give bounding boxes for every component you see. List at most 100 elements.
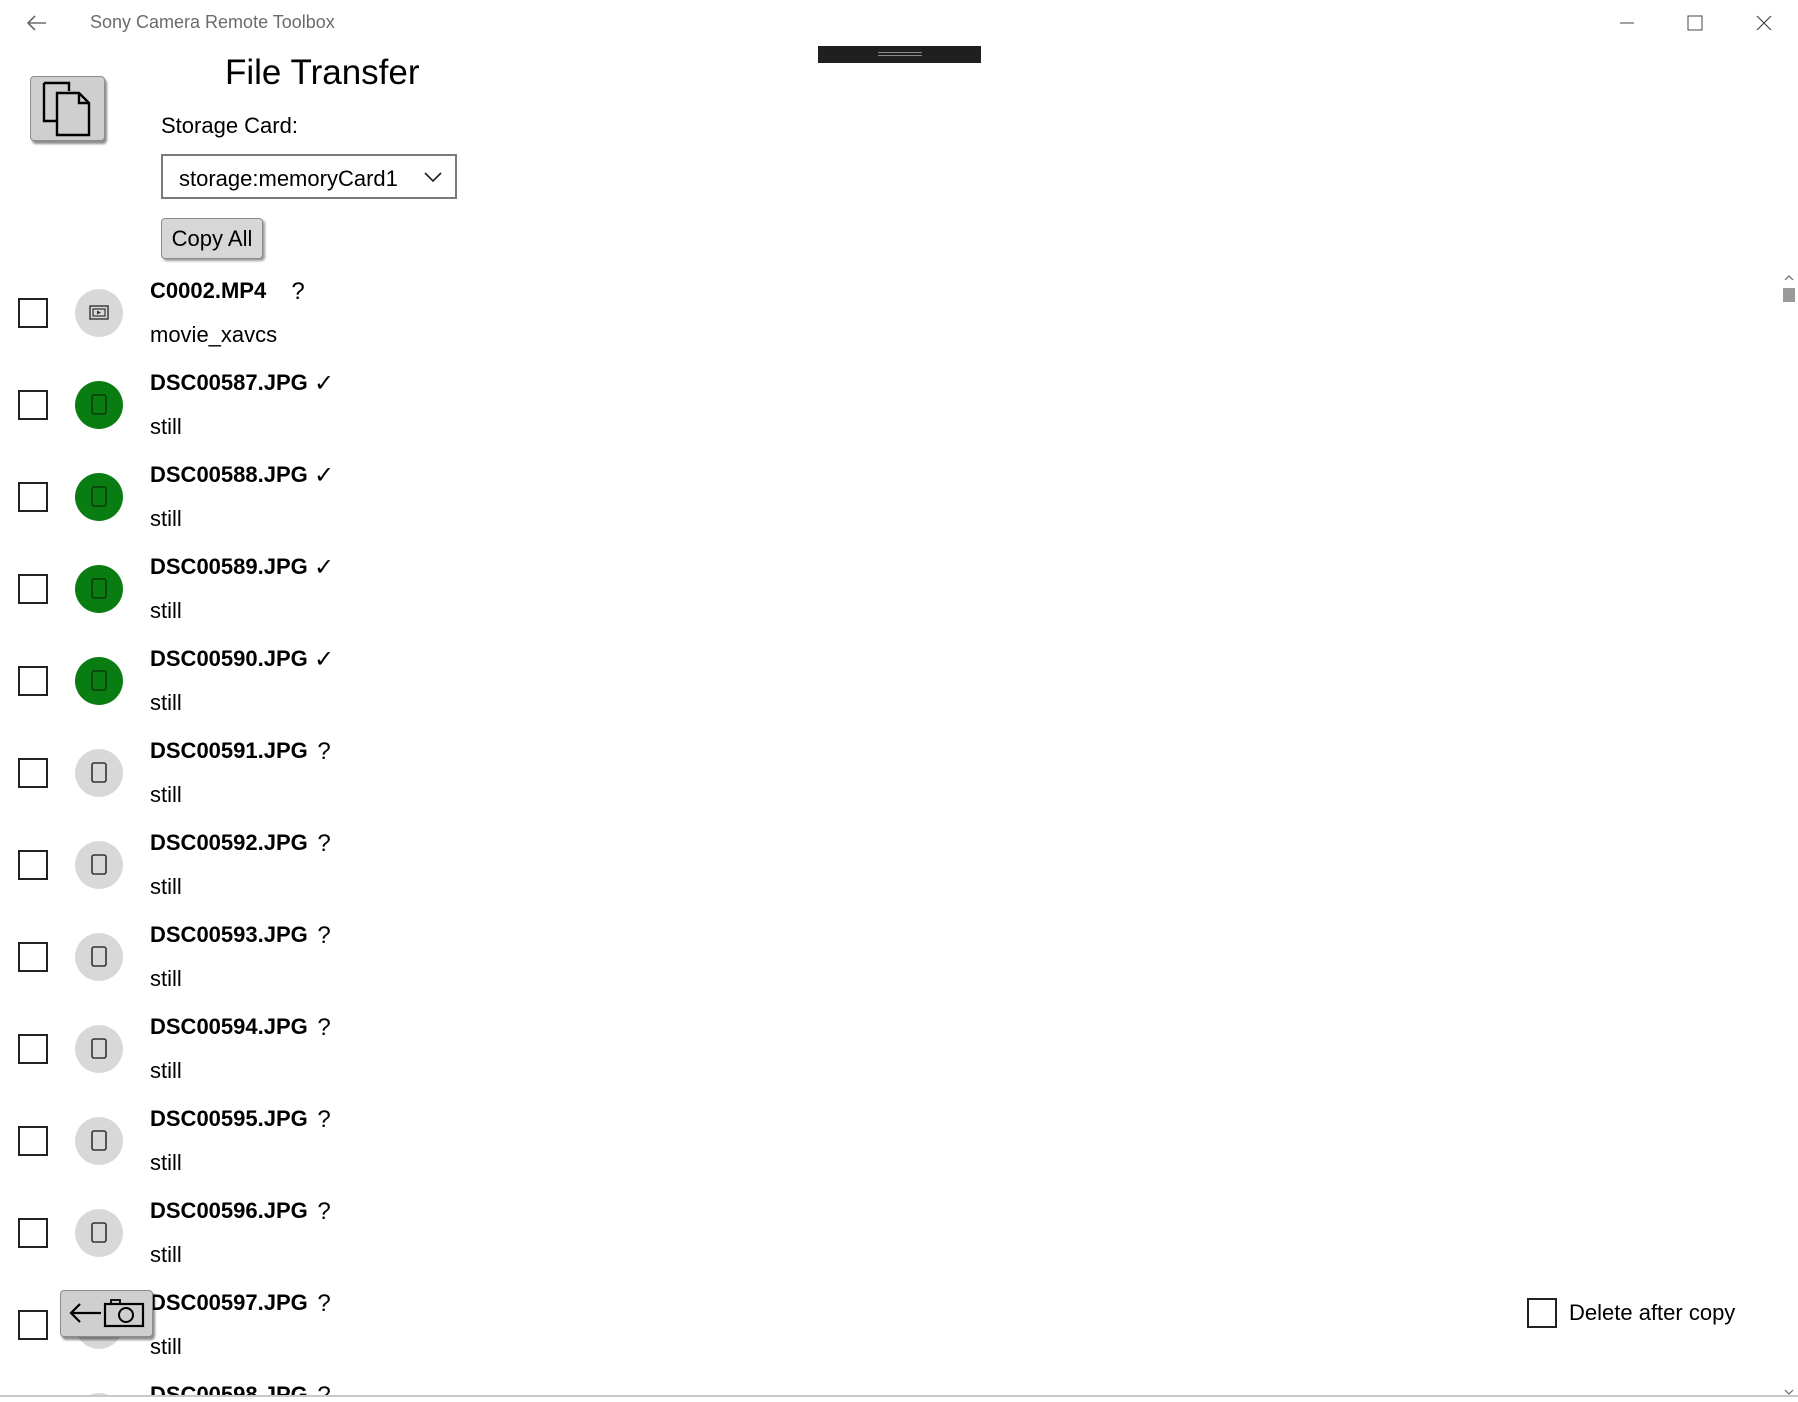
file-type: still xyxy=(150,1058,182,1083)
page-title: File Transfer xyxy=(225,53,420,92)
transfer-unknown-icon: ? xyxy=(291,278,305,305)
file-row[interactable]: DSC00592.JPG? still xyxy=(0,812,1780,904)
transfer-unknown-icon: ? xyxy=(317,1290,331,1317)
file-row[interactable]: DSC00591.JPG? still xyxy=(0,720,1780,812)
file-row[interactable]: DSC00593.JPG? still xyxy=(0,904,1780,996)
file-select-checkbox[interactable] xyxy=(18,1034,48,1064)
file-row[interactable]: DSC00594.JPG? still xyxy=(0,996,1780,1088)
still-image-icon xyxy=(75,565,123,613)
file-row[interactable]: DSC00597.JPG? still xyxy=(0,1272,1780,1364)
file-type: still xyxy=(150,782,182,807)
file-type: still xyxy=(150,1334,182,1359)
transfer-unknown-icon: ? xyxy=(317,922,331,949)
still-image-icon xyxy=(75,657,123,705)
file-type: still xyxy=(150,874,182,899)
file-row[interactable]: DSC00596.JPG? still xyxy=(0,1180,1780,1272)
still-image-icon xyxy=(75,841,123,889)
maximize-icon[interactable] xyxy=(1680,8,1710,38)
file-select-checkbox[interactable] xyxy=(18,758,48,788)
file-type: still xyxy=(150,690,182,715)
file-row[interactable]: C0002.MP4? movie_xavcs xyxy=(0,260,1780,352)
close-icon[interactable] xyxy=(1749,8,1779,38)
window-title: Sony Camera Remote Toolbox xyxy=(90,12,335,32)
transfer-done-icon: ✓ xyxy=(313,370,335,397)
transfer-done-icon: ✓ xyxy=(313,554,335,581)
transfer-unknown-icon: ? xyxy=(317,1106,331,1133)
file-name: DSC00593.JPG xyxy=(150,922,308,947)
back-to-camera-icon xyxy=(69,1299,145,1328)
transfer-unknown-icon: ? xyxy=(317,738,331,765)
chevron-down-icon xyxy=(423,169,443,185)
vertical-scrollbar[interactable] xyxy=(1780,270,1798,1398)
still-image-icon xyxy=(75,933,123,981)
delete-after-copy-checkbox[interactable] xyxy=(1527,1298,1557,1328)
file-select-checkbox[interactable] xyxy=(18,850,48,880)
copy-files-button[interactable] xyxy=(30,76,105,141)
file-name: DSC00594.JPG xyxy=(150,1014,308,1039)
storage-card-dropdown[interactable]: storage:memoryCard1 xyxy=(161,154,457,199)
file-select-checkbox[interactable] xyxy=(18,482,48,512)
still-image-icon xyxy=(75,1209,123,1257)
file-name: DSC00592.JPG xyxy=(150,830,308,855)
file-type: still xyxy=(150,414,182,439)
still-image-icon xyxy=(75,749,123,797)
still-image-icon xyxy=(75,1025,123,1073)
file-name: DSC00596.JPG xyxy=(150,1198,308,1223)
delete-after-copy-toggle[interactable]: Delete after copy xyxy=(1527,1298,1787,1330)
file-row[interactable]: DSC00598.JPG? xyxy=(0,1364,1780,1396)
file-row[interactable]: DSC00589.JPG ✓ still xyxy=(0,536,1780,628)
still-image-icon xyxy=(75,473,123,521)
file-row[interactable]: DSC00595.JPG? still xyxy=(0,1088,1780,1180)
file-select-checkbox[interactable] xyxy=(18,1126,48,1156)
file-select-checkbox[interactable] xyxy=(18,574,48,604)
file-select-checkbox[interactable] xyxy=(18,1218,48,1248)
file-type: still xyxy=(150,598,182,623)
file-name: DSC00587.JPG xyxy=(150,370,308,395)
file-name: C0002.MP4 xyxy=(150,278,267,303)
title-bar: Sony Camera Remote Toolbox xyxy=(0,0,1798,46)
drag-handle[interactable] xyxy=(818,46,981,63)
file-type: movie_xavcs xyxy=(150,322,278,347)
file-row[interactable]: DSC00590.JPG ✓ still xyxy=(0,628,1780,720)
still-image-icon xyxy=(75,381,123,429)
scrollbar-thumb[interactable] xyxy=(1783,288,1795,302)
file-select-checkbox[interactable] xyxy=(18,390,48,420)
transfer-unknown-icon: ? xyxy=(317,1014,331,1041)
file-name: DSC00588.JPG xyxy=(150,462,308,487)
file-name: DSC00589.JPG xyxy=(150,554,308,579)
file-name: DSC00591.JPG xyxy=(150,738,308,763)
storage-card-label: Storage Card: xyxy=(161,113,298,138)
file-name: DSC00598.JPG xyxy=(150,1382,308,1396)
file-type: still xyxy=(150,1150,182,1175)
file-row[interactable]: DSC00587.JPG ✓ still xyxy=(0,352,1780,444)
file-list[interactable]: C0002.MP4? movie_xavcs DSC00587.JPG ✓ still D… xyxy=(0,260,1780,1396)
bottom-divider xyxy=(0,1395,1798,1397)
copy-all-button[interactable]: Copy All xyxy=(161,218,263,259)
file-name: DSC00595.JPG xyxy=(150,1106,308,1131)
transfer-done-icon: ✓ xyxy=(313,462,335,489)
file-type: still xyxy=(150,1242,182,1267)
scroll-up-icon[interactable] xyxy=(1784,270,1794,281)
file-select-checkbox[interactable] xyxy=(18,666,48,696)
transfer-unknown-icon: ? xyxy=(317,1382,331,1396)
back-arrow-icon[interactable] xyxy=(22,8,52,38)
file-select-checkbox[interactable] xyxy=(18,942,48,972)
storage-card-value: storage:memoryCard1 xyxy=(179,166,398,191)
file-name: DSC00590.JPG xyxy=(150,646,308,671)
file-row[interactable]: DSC00588.JPG ✓ still xyxy=(0,444,1780,536)
delete-after-copy-label: Delete after copy xyxy=(1569,1300,1736,1325)
file-name: DSC00597.JPG xyxy=(150,1290,308,1315)
file-select-checkbox[interactable] xyxy=(18,298,48,328)
minimize-icon[interactable] xyxy=(1612,8,1642,38)
file-type: still xyxy=(150,506,182,531)
file-select-checkbox[interactable] xyxy=(18,1310,48,1340)
scroll-down-icon[interactable] xyxy=(1784,1384,1794,1395)
file-type: still xyxy=(150,966,182,991)
movie-file-icon xyxy=(75,289,123,337)
transfer-unknown-icon: ? xyxy=(317,1198,331,1225)
copy-files-icon xyxy=(42,81,91,137)
back-to-camera-button[interactable] xyxy=(60,1290,153,1337)
still-image-icon xyxy=(75,1117,123,1165)
transfer-unknown-icon: ? xyxy=(317,830,331,857)
transfer-done-icon: ✓ xyxy=(313,646,335,673)
